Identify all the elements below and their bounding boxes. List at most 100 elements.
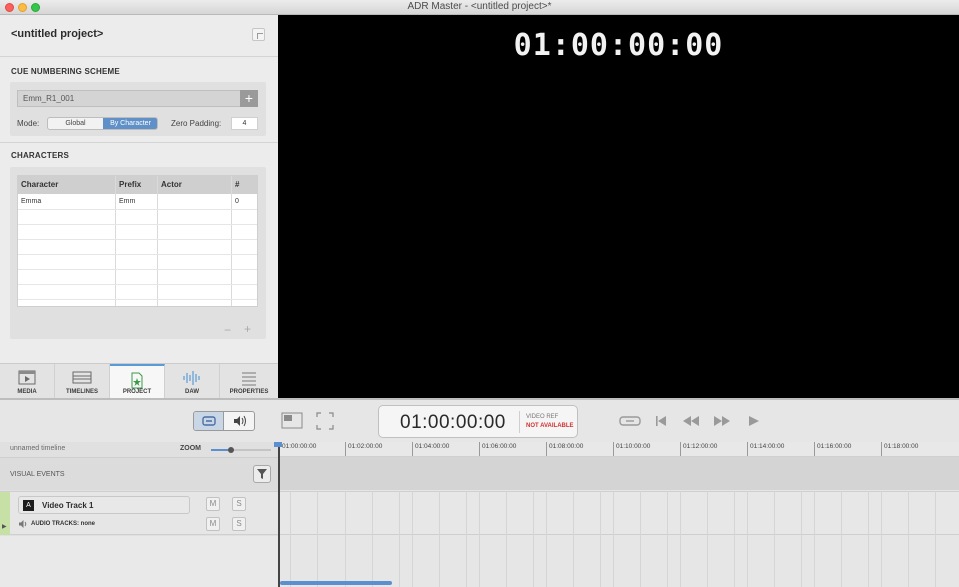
column-header-character[interactable]: Character [21, 180, 58, 189]
ruler-tick [546, 442, 547, 456]
popout-icon[interactable] [252, 28, 265, 41]
grid-line [412, 491, 413, 587]
transport-bar: 01:00:00:00 VIDEO REF NOT AVAILABLE [0, 398, 959, 442]
row-divider [18, 209, 257, 210]
cue-scheme-field[interactable]: Emm_R1_001 [17, 90, 241, 107]
audio-monitor-button[interactable] [225, 412, 254, 430]
timeline-name[interactable]: unnamed timeline [10, 445, 65, 452]
tab-properties[interactable]: PROPERTIES [220, 364, 278, 399]
speaker-icon [234, 415, 246, 427]
table-header: Character Prefix Actor # [18, 176, 257, 194]
cue-numbering-box: Emm_R1_001 + Mode: Global By Character Z… [10, 82, 266, 136]
grid-line [546, 491, 547, 587]
grid-line [908, 491, 909, 587]
track-header[interactable]: A Video Track 1 M S ▶ AUDIO TRACKS: none… [0, 491, 278, 535]
visual-events-lane[interactable] [278, 457, 959, 490]
grid-line [841, 491, 842, 587]
disclosure-triangle-icon[interactable]: ▶ [2, 523, 7, 530]
grid-line [506, 491, 507, 587]
video-track-lane[interactable] [278, 491, 959, 535]
tab-daw[interactable]: DAW [165, 364, 220, 399]
tab-timelines[interactable]: TIMELINES [55, 364, 110, 399]
count-cell: 0 [235, 198, 239, 205]
column-header-count[interactable]: # [235, 180, 239, 189]
column-header-actor[interactable]: Actor [161, 180, 182, 189]
visual-events-label: VISUAL EVENTS [10, 471, 65, 478]
tab-project[interactable]: PROJECT [110, 364, 165, 399]
window-title: ADR Master - <untitled project>* [407, 1, 552, 12]
playhead[interactable] [274, 442, 282, 587]
prefix-cell[interactable]: Emm [119, 198, 135, 205]
monitor-mode-toggle [193, 411, 255, 431]
row-divider [18, 224, 257, 225]
fullscreen-icon[interactable] [316, 412, 334, 430]
video-monitor-button[interactable] [194, 412, 224, 430]
mute-button[interactable]: M [206, 497, 220, 511]
tab-timelines-label: TIMELINES [65, 389, 98, 395]
mode-segmented-control: Global By Character [47, 117, 158, 130]
column-divider [115, 176, 116, 306]
grid-line [345, 491, 346, 587]
visual-events-header: VISUAL EVENTS [0, 457, 278, 490]
tab-properties-label: PROPERTIES [229, 389, 269, 395]
film-icon [18, 370, 36, 385]
ruler-label: 01:00:00:00 [282, 443, 317, 450]
ruler-tick [747, 442, 748, 456]
grid-line [479, 491, 480, 587]
grid-line [317, 491, 318, 587]
timeline-area[interactable]: 01:00:00:00 01:02:00:00 01:04:00:00 01:0… [274, 442, 959, 587]
grid-line [707, 491, 708, 587]
timeline-ruler[interactable]: 01:00:00:00 01:02:00:00 01:04:00:00 01:0… [278, 442, 959, 457]
ruler-label: 01:10:00:00 [616, 443, 651, 450]
video-track-icon: A [23, 500, 34, 511]
column-divider [157, 176, 158, 306]
zoom-slider-knob[interactable] [228, 447, 234, 453]
picture-in-picture-icon[interactable] [281, 412, 303, 430]
video-viewer[interactable]: 01:00:00:00 [278, 15, 959, 398]
fast-forward-icon[interactable] [713, 415, 731, 427]
add-character-button[interactable]: + [244, 322, 251, 336]
audio-mute-button[interactable]: M [206, 517, 220, 531]
rewind-icon[interactable] [682, 415, 700, 427]
column-header-prefix[interactable]: Prefix [119, 180, 141, 189]
row-divider [18, 239, 257, 240]
tab-media[interactable]: MEDIA [0, 364, 55, 399]
track-name-field[interactable]: A Video Track 1 [18, 496, 190, 514]
audio-solo-button[interactable]: S [232, 517, 246, 531]
playhead-handle[interactable] [274, 442, 282, 447]
filter-button[interactable] [253, 465, 271, 483]
remove-character-button[interactable]: − [224, 323, 231, 337]
grid-line [600, 491, 601, 587]
grid-line [439, 491, 440, 587]
ruler-label: 01:14:00:00 [750, 443, 785, 450]
row-divider [18, 299, 257, 300]
link-video-icon [202, 416, 216, 426]
horizontal-scrollbar[interactable] [280, 581, 392, 585]
solo-button[interactable]: S [232, 497, 246, 511]
add-scheme-token-button[interactable]: + [240, 90, 258, 107]
row-divider [18, 269, 257, 270]
play-icon[interactable] [748, 415, 760, 427]
mode-label: Mode: [17, 119, 40, 128]
audio-tracks-label: AUDIO TRACKS: none [31, 521, 95, 527]
zero-padding-field[interactable]: 4 [231, 117, 258, 130]
characters-table: Character Prefix Actor # Emma Emm 0 [17, 175, 258, 307]
loop-icon[interactable] [619, 415, 641, 427]
transport-timecode-display[interactable]: 01:00:00:00 VIDEO REF NOT AVAILABLE [378, 405, 578, 438]
mode-global-option[interactable]: Global [48, 118, 103, 129]
grid-line [881, 491, 882, 587]
grid-line [747, 491, 748, 587]
mode-by-character-option[interactable]: By Character [103, 118, 157, 129]
video-ref-status: NOT AVAILABLE [526, 423, 574, 429]
grid-line [814, 491, 815, 587]
audio-speaker-icon [19, 520, 27, 528]
zoom-slider[interactable] [211, 447, 271, 453]
filter-funnel-icon [257, 469, 267, 479]
ruler-tick [412, 442, 413, 456]
grid-line [613, 491, 614, 587]
transport-timecode: 01:00:00:00 [400, 412, 506, 433]
ruler-tick [814, 442, 815, 456]
go-to-start-icon[interactable] [655, 415, 667, 427]
grid-line [680, 491, 681, 587]
character-cell[interactable]: Emma [21, 198, 41, 205]
